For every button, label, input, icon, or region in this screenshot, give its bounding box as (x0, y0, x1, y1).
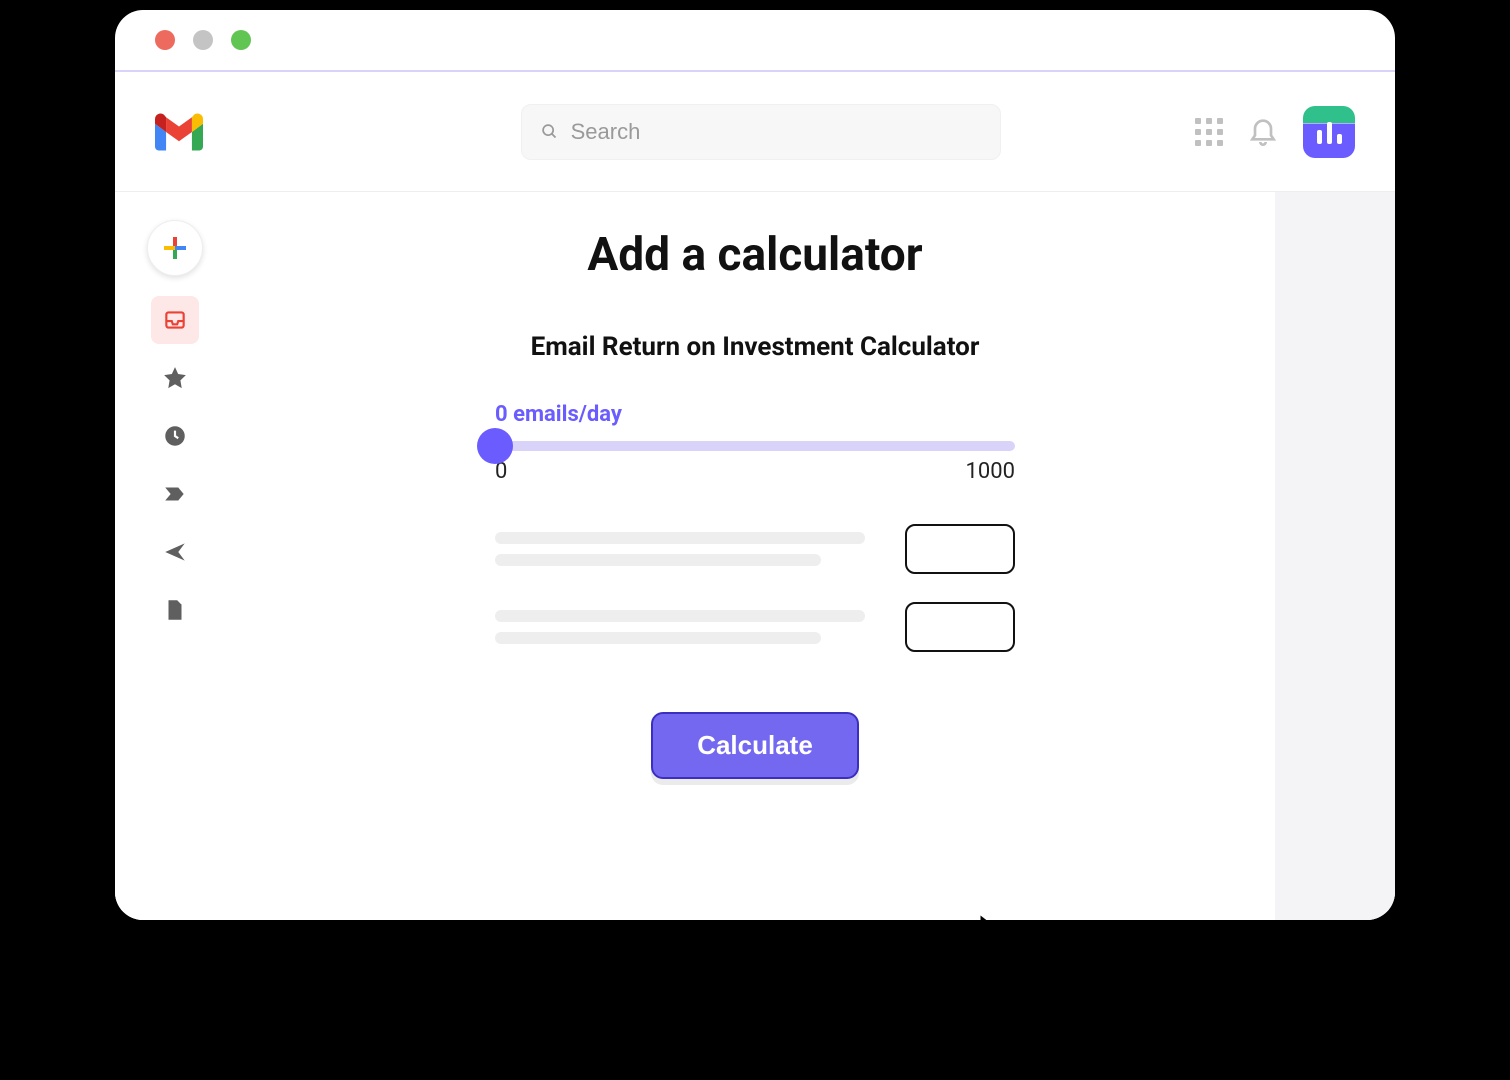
page-title: Add a calculator (275, 228, 1235, 282)
sidebar-item-drafts[interactable] (151, 586, 199, 634)
slider-max-label: 1000 (966, 459, 1015, 484)
body-area: Add a calculator Email Return on Investm… (115, 192, 1395, 920)
search-icon (540, 122, 559, 142)
search-input[interactable] (571, 119, 982, 145)
apps-grid-icon[interactable] (1195, 118, 1223, 146)
slider-track[interactable] (495, 441, 1015, 451)
sidebar-item-important[interactable] (151, 470, 199, 518)
sidebar-item-snoozed[interactable] (151, 412, 199, 460)
extension-app-badge-icon[interactable] (1303, 106, 1355, 158)
window-zoom-dot[interactable] (231, 30, 251, 50)
window-minimize-dot[interactable] (193, 30, 213, 50)
calculate-button[interactable]: Calculate (651, 712, 859, 779)
sidebar-item-starred[interactable] (151, 354, 199, 402)
emails-per-day-slider: 0 emails/day 0 1000 (495, 402, 1015, 484)
window-titlebar (115, 10, 1395, 70)
slider-range-labels: 0 1000 (495, 459, 1015, 484)
slider-thumb[interactable] (477, 428, 513, 464)
window-close-dot[interactable] (155, 30, 175, 50)
calculator-subtitle: Email Return on Investment Calculator (275, 332, 1235, 362)
sidebar-item-sent[interactable] (151, 528, 199, 576)
slider-value-label: 0 emails/day (495, 402, 1015, 427)
plus-icon (164, 237, 186, 259)
cursor-pointer-icon (975, 912, 1035, 920)
row1-input[interactable] (905, 524, 1015, 574)
app-window: Add a calculator Email Return on Investm… (115, 10, 1395, 920)
right-gutter (1275, 192, 1395, 920)
content-shell: Add a calculator Email Return on Investm… (235, 192, 1275, 920)
row2-label-placeholder (495, 610, 865, 644)
sidebar-item-inbox[interactable] (151, 296, 199, 344)
topbar (115, 72, 1395, 192)
sidebar (115, 192, 235, 920)
input-row-1 (495, 524, 1015, 574)
content-card: Add a calculator Email Return on Investm… (235, 192, 1275, 920)
gmail-logo-icon[interactable] (155, 113, 203, 151)
input-rows (495, 524, 1015, 652)
row1-label-placeholder (495, 532, 865, 566)
notifications-bell-icon[interactable] (1247, 114, 1279, 150)
search-box[interactable] (521, 104, 1001, 160)
input-row-2 (495, 602, 1015, 652)
compose-button[interactable] (147, 220, 203, 276)
row2-input[interactable] (905, 602, 1015, 652)
